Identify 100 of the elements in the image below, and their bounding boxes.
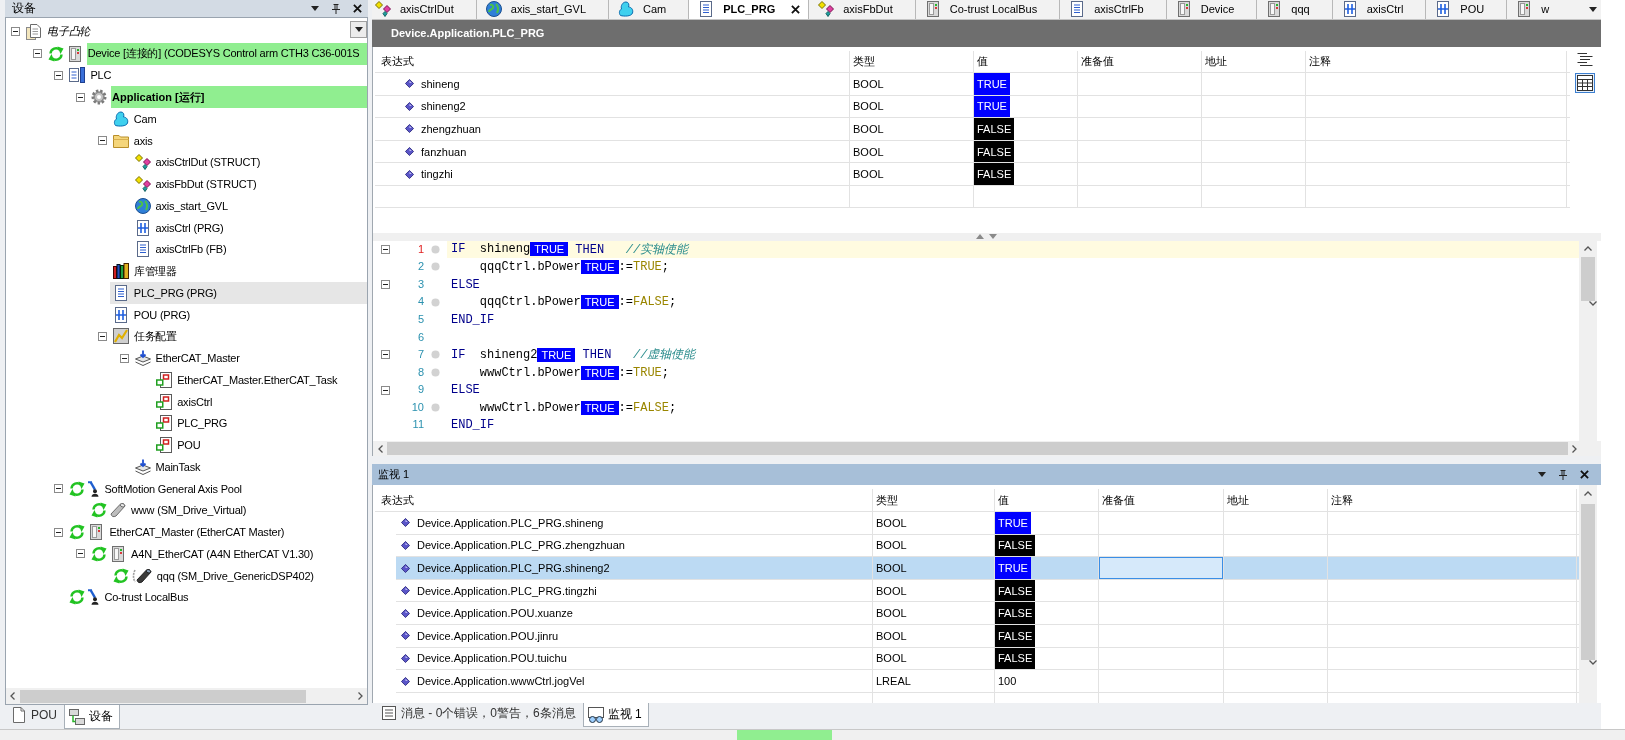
tree-item[interactable]: axis — [109, 129, 155, 152]
scroll-right-icon[interactable] — [358, 692, 363, 700]
pin-icon[interactable] — [332, 3, 340, 14]
collapse-icon[interactable] — [381, 350, 390, 360]
tree-item[interactable]: POU (PRG) — [109, 303, 193, 326]
collapse-icon[interactable] — [11, 27, 20, 37]
collapse-icon[interactable] — [97, 136, 107, 146]
breakpoint-dot-icon[interactable] — [431, 244, 440, 254]
close-icon[interactable] — [353, 4, 362, 13]
close-icon[interactable] — [1580, 470, 1589, 480]
editor-tab[interactable]: axis_start_GVL — [475, 0, 608, 19]
editor-tab[interactable]: axisFbDut — [808, 0, 915, 19]
line-number: 1 — [416, 241, 424, 257]
close-icon[interactable] — [791, 5, 801, 14]
collapse-icon[interactable] — [54, 484, 64, 494]
caret-down-icon[interactable] — [1538, 472, 1546, 478]
splitter-arrows-icon[interactable] — [976, 234, 998, 240]
panel-tab[interactable]: 消息 - 0个错误，0警告，6条消息 — [376, 703, 583, 725]
code-text: THEN //实轴使能 — [574, 241, 689, 258]
tree-item[interactable]: SoftMotion General Axis Pool — [85, 477, 244, 500]
selected-row[interactable]: Device.Application.PLC_PRG.shineng2 BOOL TRUE — [396, 557, 1579, 580]
tree-item[interactable]: PLC_PRG (PRG) — [109, 282, 367, 304]
collapse-icon[interactable] — [381, 244, 390, 254]
code-text: :=TRUE; — [618, 259, 669, 274]
scroll-down-icon[interactable] — [1589, 300, 1597, 306]
pin-icon[interactable] — [1559, 469, 1567, 480]
tree-item[interactable]: EtherCAT_Master (EtherCAT Master) — [85, 521, 287, 543]
scroll-up-icon[interactable] — [1584, 245, 1592, 251]
tree-item[interactable]: POU — [153, 434, 203, 456]
tree-item[interactable]: qqq (SM_Drive_GenericDSP402) — [128, 564, 316, 587]
editor-tab[interactable]: Cam — [608, 0, 689, 19]
breakpoint-dot-icon[interactable] — [431, 262, 440, 272]
panel-tab[interactable]: 监视 1 — [582, 703, 649, 728]
collapse-icon[interactable] — [54, 70, 64, 80]
editor-tab[interactable]: axisCtrlDut — [372, 0, 476, 19]
tree-item[interactable]: Co-trust LocalBus — [85, 586, 191, 609]
scroll-left-icon[interactable] — [10, 692, 15, 700]
tree-item[interactable]: axisCtrl (PRG) — [131, 216, 226, 239]
tree-item[interactable]: axis_start_GVL — [131, 195, 230, 217]
scrollbar-thumb[interactable] — [1581, 256, 1595, 301]
tree-item[interactable]: MainTask — [131, 456, 203, 478]
line-number: 3 — [416, 276, 424, 292]
editor-tab[interactable]: qqq — [1256, 0, 1332, 19]
scrollbar-thumb[interactable] — [20, 689, 306, 703]
tree-item[interactable]: www (SM_Drive_Virtual) — [107, 499, 249, 522]
ladder-document-icon — [1435, 1, 1452, 18]
editor-tab[interactable]: Device — [1165, 0, 1257, 19]
vertical-scrollbar[interactable] — [1579, 485, 1597, 704]
scroll-right-icon[interactable] — [1572, 444, 1577, 453]
breakpoint-dot-icon[interactable] — [431, 350, 440, 360]
scrollbar-thumb[interactable] — [1581, 504, 1595, 661]
code-text: qqqCtrl.bPower — [478, 259, 581, 274]
variable-name: shineng2 — [421, 100, 466, 113]
tree-item[interactable]: 电子凸轮 — [23, 21, 93, 43]
collapse-icon[interactable] — [32, 49, 42, 59]
collapse-icon[interactable] — [381, 385, 390, 395]
horizontal-scrollbar[interactable] — [5, 688, 368, 705]
dropdown-button[interactable] — [350, 21, 367, 38]
scroll-up-icon[interactable] — [1584, 491, 1592, 497]
scrollbar-thumb[interactable] — [387, 442, 1568, 456]
editor-tab[interactable]: Co-trust LocalBus — [914, 0, 1060, 19]
editor-tab[interactable]: POU — [1425, 0, 1507, 19]
prepared-value-field[interactable] — [1099, 557, 1223, 579]
collapse-icon[interactable] — [76, 92, 86, 102]
data-type: BOOL — [876, 629, 907, 642]
blob-icon — [112, 110, 129, 127]
collapse-icon[interactable] — [119, 353, 129, 363]
tree-item[interactable]: axisFbDut (STRUCT) — [131, 173, 259, 195]
tree-item[interactable]: EtherCAT_Master.EtherCAT_Task — [153, 369, 340, 391]
caret-down-icon[interactable] — [1589, 7, 1597, 12]
tree-item[interactable]: axisCtrlFb (FB) — [131, 238, 229, 261]
editor-tab[interactable]: axisCtrlFb — [1059, 0, 1166, 19]
editor-tab[interactable]: w — [1506, 0, 1572, 19]
collapse-icon[interactable] — [381, 280, 390, 290]
editor-tab[interactable]: axisCtrl — [1331, 0, 1426, 19]
document-blocks-icon — [156, 415, 173, 432]
editor-tab[interactable]: PLC_PRG — [688, 0, 809, 19]
tree-item[interactable]: PLC_PRG — [153, 412, 230, 435]
caret-down-icon[interactable] — [311, 6, 319, 11]
view-button[interactable] — [1575, 72, 1595, 93]
tree-item[interactable]: PLC — [66, 64, 114, 87]
robot-arm-icon — [88, 589, 100, 606]
collapse-icon[interactable] — [97, 331, 107, 341]
collapse-icon[interactable] — [76, 549, 86, 559]
tree-item[interactable]: EtherCAT_Master — [131, 347, 242, 369]
tree-item[interactable]: A4N_EtherCAT (A4N EtherCAT V1.30) — [107, 543, 316, 565]
panel-tab[interactable]: 设备 — [64, 705, 120, 729]
breakpoint-dot-icon[interactable] — [431, 368, 440, 377]
variable-name: Device.Application.PLC_PRG.tingzhi — [417, 584, 597, 597]
breakpoint-dot-icon[interactable] — [431, 297, 440, 307]
tree-item[interactable]: Cam — [109, 108, 159, 130]
tree-item[interactable]: 任务配置 — [109, 325, 179, 348]
tree-item[interactable]: axisCtrl — [153, 390, 215, 413]
tree-item[interactable]: axisCtrlDut (STRUCT) — [131, 151, 263, 174]
scroll-down-icon[interactable] — [1589, 660, 1597, 666]
tree-item[interactable]: 库管理器 — [109, 260, 179, 282]
panel-tab[interactable]: POU — [6, 705, 64, 726]
scroll-left-icon[interactable] — [378, 444, 383, 453]
breakpoint-dot-icon[interactable] — [431, 403, 440, 413]
collapse-icon[interactable] — [54, 527, 64, 537]
